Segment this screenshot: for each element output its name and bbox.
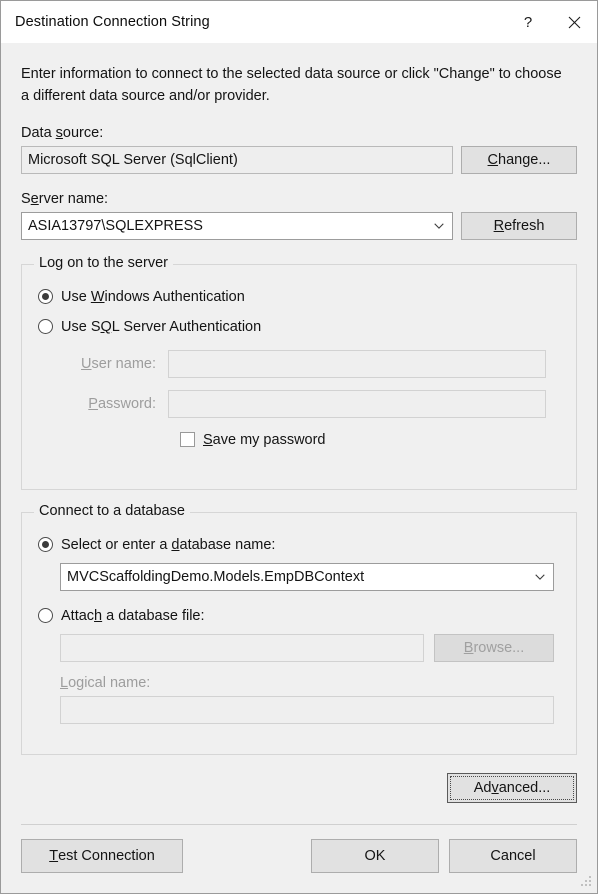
close-x-icon bbox=[568, 16, 580, 28]
windows-auth-radio[interactable] bbox=[38, 289, 53, 305]
close-button[interactable] bbox=[551, 1, 597, 43]
data-source-value: Microsoft SQL Server (SqlClient) bbox=[28, 151, 238, 168]
sql-auth-label: Use SQL Server Authentication bbox=[61, 318, 262, 335]
footer-bar: Test Connection OK Cancel bbox=[1, 825, 597, 893]
database-name-combobox[interactable]: MVCScaffoldingDemo.Models.EmpDBContext bbox=[60, 562, 554, 591]
save-password-checkbox[interactable] bbox=[180, 432, 195, 448]
windows-auth-radio-row[interactable]: Use Windows Authentication bbox=[38, 289, 560, 305]
logon-group: Log on to the server Use Windows Authent… bbox=[21, 254, 577, 490]
data-source-accel: s bbox=[55, 124, 63, 141]
question-mark-icon: ? bbox=[523, 13, 533, 31]
database-name-dropdown-arrow[interactable] bbox=[527, 574, 553, 580]
username-field[interactable] bbox=[168, 349, 546, 378]
title-bar: Destination Connection String ? bbox=[1, 1, 597, 43]
save-password-row[interactable]: Save my password bbox=[180, 432, 560, 448]
data-source-field[interactable]: Microsoft SQL Server (SqlClient) bbox=[21, 145, 453, 174]
logon-group-title: Log on to the server bbox=[34, 254, 173, 271]
server-name-accel: e bbox=[30, 190, 39, 207]
password-row: Password: bbox=[38, 389, 560, 418]
windows-auth-label: Use Windows Authentication bbox=[61, 288, 245, 305]
password-label: Password: bbox=[88, 395, 156, 412]
logical-name-field[interactable] bbox=[60, 695, 554, 724]
attach-database-label: Attach a database file: bbox=[61, 607, 205, 624]
change-button[interactable]: Change... bbox=[461, 145, 577, 174]
attach-path-field[interactable] bbox=[60, 633, 424, 662]
dialog-content: Enter information to connect to the sele… bbox=[1, 43, 597, 824]
attach-database-radio-row[interactable]: Attach a database file: bbox=[38, 608, 560, 624]
gap bbox=[453, 212, 461, 240]
gap bbox=[424, 634, 434, 662]
data-source-label: Data source: bbox=[21, 124, 104, 141]
select-database-radio[interactable] bbox=[38, 537, 53, 553]
server-name-label: Server name: bbox=[21, 190, 109, 207]
gap bbox=[453, 146, 461, 174]
attach-database-radio[interactable] bbox=[38, 608, 53, 624]
username-row: User name: bbox=[38, 349, 560, 378]
sql-auth-radio-row[interactable]: Use SQL Server Authentication bbox=[38, 319, 560, 335]
data-source-row: Microsoft SQL Server (SqlClient) Change.… bbox=[21, 145, 577, 174]
database-group-title: Connect to a database bbox=[34, 502, 190, 519]
logical-name-label: Logical name: bbox=[60, 674, 151, 691]
server-name-row: ASIA13797\SQLEXPRESS Refresh bbox=[21, 211, 577, 240]
advanced-button[interactable]: Ad v anced... bbox=[447, 772, 577, 803]
password-field[interactable] bbox=[168, 389, 546, 418]
sql-auth-radio[interactable] bbox=[38, 319, 53, 335]
server-name-combobox[interactable]: ASIA13797\SQLEXPRESS bbox=[21, 211, 453, 240]
advanced-row: Ad v anced... bbox=[21, 772, 577, 803]
chevron-down-icon bbox=[535, 574, 545, 580]
save-password-label: Save my password bbox=[203, 431, 326, 448]
database-name-value: MVCScaffoldingDemo.Models.EmpDBContext bbox=[67, 568, 365, 585]
server-name-value: ASIA13797\SQLEXPRESS bbox=[28, 217, 203, 234]
server-name-dropdown-arrow[interactable] bbox=[426, 223, 452, 229]
resize-grip-icon[interactable] bbox=[580, 876, 593, 889]
test-connection-button[interactable]: Test Connection bbox=[21, 839, 183, 873]
username-label: User name: bbox=[81, 355, 156, 372]
select-database-radio-row[interactable]: Select or enter a database name: bbox=[38, 537, 560, 553]
destination-connection-string-dialog: Destination Connection String ? Enter in… bbox=[0, 0, 598, 894]
browse-button[interactable]: Browse... bbox=[434, 633, 554, 662]
intro-text: Enter information to connect to the sele… bbox=[21, 66, 562, 105]
help-button[interactable]: ? bbox=[505, 1, 551, 43]
ok-button[interactable]: OK bbox=[311, 839, 439, 873]
window-title: Destination Connection String bbox=[15, 14, 210, 30]
attach-path-row: Browse... bbox=[60, 633, 560, 662]
refresh-button[interactable]: Refresh bbox=[461, 211, 577, 240]
chevron-down-icon bbox=[434, 223, 444, 229]
cancel-button[interactable]: Cancel bbox=[449, 839, 577, 873]
database-group: Connect to a database Select or enter a … bbox=[21, 502, 577, 755]
select-database-label: Select or enter a database name: bbox=[61, 536, 276, 553]
